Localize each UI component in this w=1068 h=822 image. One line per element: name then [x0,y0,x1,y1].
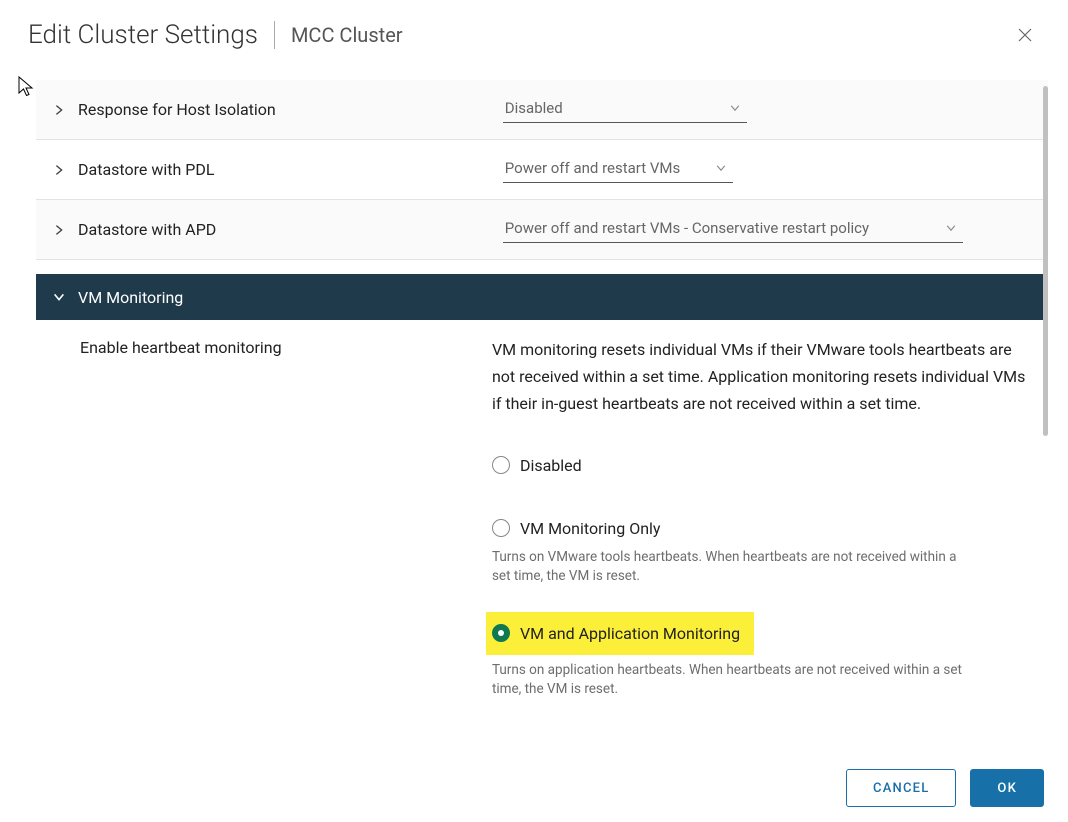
select-value: Power off and restart VMs - Conservative… [505,219,869,237]
radio-icon [492,456,510,474]
select-value: Power off and restart VMs [505,159,680,177]
radio-label: VM and Application Monitoring [520,620,740,647]
chevron-right-icon [52,163,66,177]
radio-label: VM Monitoring Only [520,515,661,542]
radio-item-disabled: Disabled [492,452,1030,479]
close-button[interactable] [1010,20,1040,50]
settings-panel: Response for Host Isolation Disabled Dat… [36,80,1048,746]
section-toggle-pdl[interactable]: Datastore with PDL [52,160,503,179]
radio-item-vm-only: VM Monitoring Only Turns on VMware tools… [492,515,1030,586]
heartbeat-description: VM monitoring resets individual VMs if t… [492,336,1030,418]
select-apd[interactable]: Power off and restart VMs - Conservative… [503,217,963,243]
section-label: Response for Host Isolation [78,100,276,119]
scrollbar[interactable] [1043,86,1048,436]
ok-button[interactable]: OK [970,769,1044,807]
heartbeat-content: VM monitoring resets individual VMs if t… [492,336,1038,709]
value-cell: Disabled [503,97,1032,123]
section-datastore-apd: Datastore with APD Power off and restart… [36,200,1048,260]
section-toggle-apd[interactable]: Datastore with APD [52,220,503,239]
heartbeat-label: Enable heartbeat monitoring [80,336,492,709]
radio-item-vm-app: VM and Application Monitoring Turns on a… [492,612,1030,699]
section-label: Datastore with APD [78,220,216,239]
chevron-right-icon [52,223,66,237]
dialog-footer: CANCEL OK [0,754,1068,822]
radio-hint: Turns on application heartbeats. When he… [492,661,972,699]
section-datastore-pdl: Datastore with PDL Power off and restart… [36,140,1048,200]
chevron-down-icon [945,222,957,234]
section-label: Datastore with PDL [78,160,214,179]
select-pdl[interactable]: Power off and restart VMs [503,157,733,183]
value-cell: Power off and restart VMs [503,157,1032,183]
radio-icon-selected [492,624,510,642]
dialog-title: Edit Cluster Settings [28,20,258,50]
select-value: Disabled [505,99,563,117]
radio-vm-only[interactable]: VM Monitoring Only [492,515,1030,542]
dialog-header: Edit Cluster Settings MCC Cluster [0,0,1068,64]
cancel-button[interactable]: CANCEL [846,769,956,807]
section-label: VM Monitoring [78,288,183,307]
section-toggle-host-isolation[interactable]: Response for Host Isolation [52,100,503,119]
radio-disabled[interactable]: Disabled [492,452,1030,479]
radio-icon [492,519,510,537]
chevron-down-icon [715,162,727,174]
heartbeat-radio-group: Disabled VM Monitoring Only Turns on VMw… [492,452,1030,699]
cluster-name: MCC Cluster [291,23,403,47]
select-host-isolation[interactable]: Disabled [503,97,747,123]
section-vm-monitoring: VM Monitoring [36,274,1048,320]
highlight-selected: VM and Application Monitoring [486,612,754,655]
radio-label: Disabled [520,452,582,479]
radio-hint: Turns on VMware tools heartbeats. When h… [492,548,972,586]
value-cell: Power off and restart VMs - Conservative… [503,217,1032,243]
vm-monitoring-body: Enable heartbeat monitoring VM monitorin… [36,320,1048,719]
header-divider [274,21,275,49]
section-host-isolation: Response for Host Isolation Disabled [36,80,1048,140]
chevron-down-icon [729,102,741,114]
close-icon [1016,26,1034,44]
radio-vm-app[interactable]: VM and Application Monitoring [492,620,740,647]
chevron-right-icon [52,103,66,117]
spacer [36,260,1048,274]
section-toggle-vm-monitoring[interactable]: VM Monitoring [52,288,1032,307]
chevron-down-icon [52,290,66,304]
